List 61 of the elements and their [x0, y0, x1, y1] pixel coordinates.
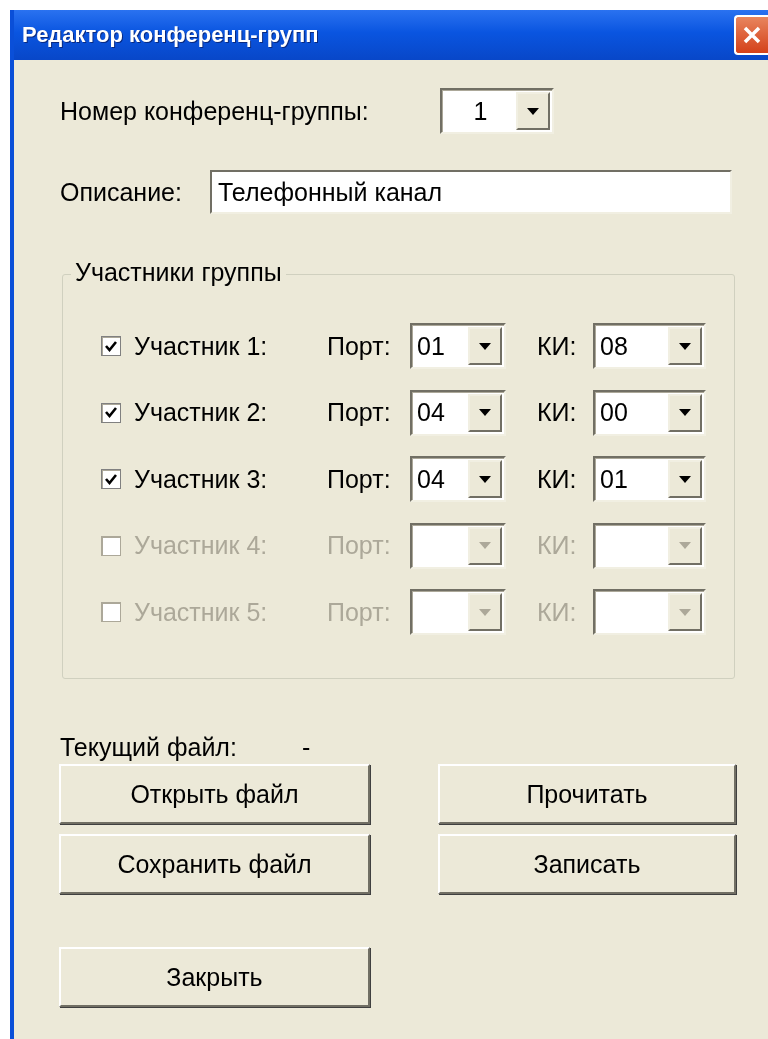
dropdown-field[interactable]: 1 [440, 88, 554, 134]
close-dialog-button[interactable]: Закрыть [59, 947, 370, 1007]
action-button[interactable]: Записать [438, 834, 736, 894]
participant-label: Участник 1: [134, 331, 269, 361]
close-icon [742, 25, 762, 45]
caret-icon [479, 542, 491, 549]
port-label: Порт: [327, 531, 392, 560]
participant-label: Участник 5: [134, 597, 269, 627]
dropdown-button[interactable] [468, 327, 502, 365]
dropdown-field[interactable]: 04 [410, 456, 506, 502]
window-title: Редактор конференц-групп [22, 22, 319, 48]
description-field[interactable]: Телефонный канал [210, 170, 732, 214]
check-icon [105, 407, 117, 418]
check-icon [105, 340, 117, 352]
caret-icon [679, 542, 691, 549]
caret-icon [479, 342, 491, 350]
participant-label: Участник 3: [134, 464, 269, 494]
caret-icon [679, 608, 691, 616]
ki-label: КИ: [537, 597, 578, 627]
check-icon [105, 473, 117, 485]
caret-icon [479, 475, 491, 483]
participant-label: Участник 2: [134, 398, 269, 427]
dropdown-field[interactable]: 04 [410, 389, 506, 436]
checkbox[interactable] [101, 402, 121, 423]
dropdown-button[interactable] [516, 92, 550, 130]
ki-label: КИ: [537, 531, 578, 560]
dropdown-field[interactable]: 08 [593, 323, 706, 369]
ki-label: КИ: [537, 464, 578, 494]
dropdown-field[interactable]: 01 [410, 323, 506, 369]
caret-icon [679, 342, 691, 350]
group-number-label: Номер конференц-группы: [60, 96, 370, 126]
dropdown-button[interactable] [468, 393, 502, 432]
port-label: Порт: [327, 597, 392, 627]
ki-label: КИ: [537, 331, 578, 361]
dropdown-field[interactable]: 00 [593, 389, 706, 436]
dropdown-button[interactable] [668, 393, 702, 432]
checkbox[interactable] [101, 469, 121, 489]
dropdown-button[interactable] [668, 460, 702, 498]
dropdown-button[interactable] [468, 460, 502, 498]
checkbox[interactable] [101, 336, 121, 356]
dropdown-field[interactable] [593, 522, 706, 569]
current-file-value: - [302, 733, 311, 762]
action-button[interactable]: Сохранить файл [59, 834, 370, 894]
port-label: Порт: [327, 464, 392, 494]
dropdown-field[interactable]: 01 [593, 456, 706, 502]
caret-icon [527, 107, 539, 115]
description-label: Описание: [60, 177, 183, 207]
port-label: Порт: [327, 331, 392, 361]
caret-icon [479, 608, 491, 616]
current-file-label: Текущий файл: [60, 733, 238, 762]
caret-icon [679, 475, 691, 483]
participant-label: Участник 4: [134, 531, 269, 560]
ki-label: КИ: [537, 398, 578, 427]
caret-icon [479, 409, 491, 416]
action-button[interactable]: Открыть файл [59, 764, 370, 824]
close-button[interactable] [734, 15, 768, 55]
dropdown-button[interactable] [668, 327, 702, 365]
action-button[interactable]: Прочитать [438, 764, 736, 824]
dropdown-field[interactable] [593, 589, 706, 635]
port-label: Порт: [327, 398, 392, 427]
caret-icon [679, 409, 691, 416]
